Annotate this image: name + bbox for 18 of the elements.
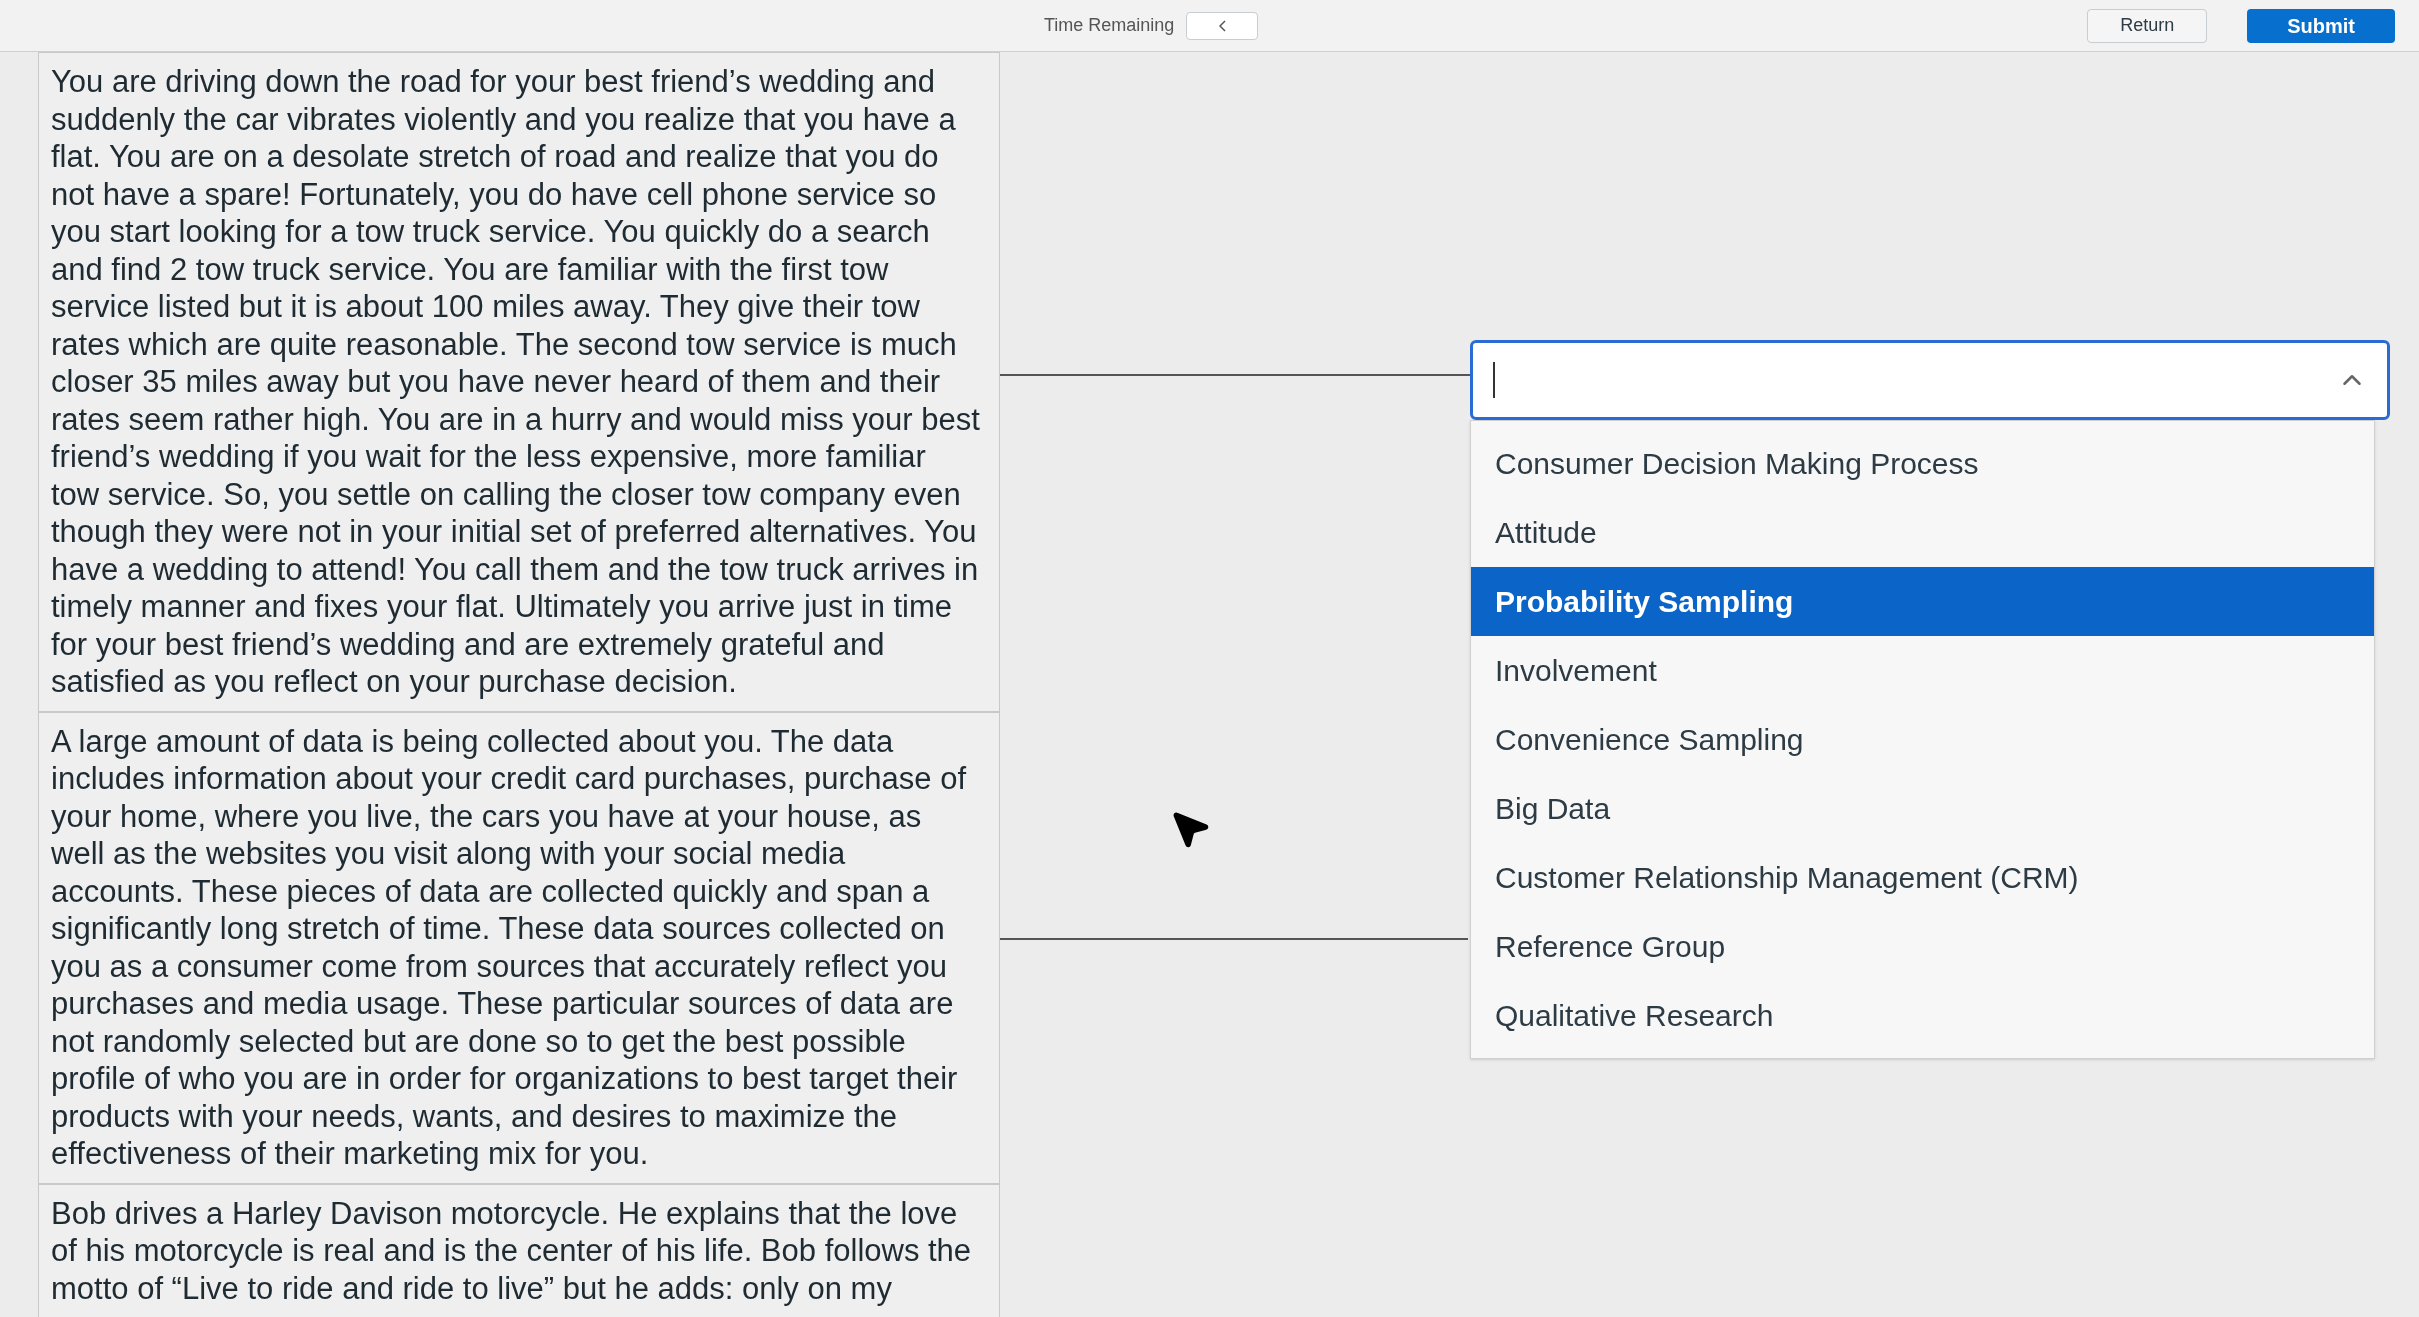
timer-label: Time Remaining — [1044, 14, 1175, 37]
chevron-left-icon — [1218, 19, 1226, 32]
dropdown-option[interactable]: Reference Group — [1471, 912, 2374, 981]
dropdown-option[interactable]: Involvement — [1471, 636, 2374, 705]
dropdown-option[interactable]: Consumer Decision Making Process — [1471, 429, 2374, 498]
dropdown-option[interactable]: Customer Relationship Management (CRM) — [1471, 843, 2374, 912]
dropdown-option[interactable]: Probability Sampling — [1471, 567, 2374, 636]
dropdown-option[interactable]: Attitude — [1471, 498, 2374, 567]
dropdown-option[interactable]: Big Data — [1471, 774, 2374, 843]
submit-button[interactable]: Submit — [2247, 8, 2395, 43]
dropdown-option[interactable]: Convenience Sampling — [1471, 705, 2374, 774]
prompt-text: You are driving down the road for your best friend’s wedding and suddenly the car vibrates violently and you realize that you have a flat. You are on a desolate stretch of road and realize that you do not have a spare! Fortunately, you do have cell phone service so you start looking for a tow truck service. You quickly do a search and find 2 tow truck service. You are familiar with the first tow service listed but it is about 100 miles away. They give their tow rates which are quite reasonable. The second tow service is much closer 35 miles away but you have never heard of them and their rates seem rather high. You are in a hurry and would miss your best friend’s wedding if you wait for the less expensive, more familiar tow service. So, you settle on calling the closer tow company even though they were not in your initial set of preferred alternatives. You have a wedding to attend! You call them and the tow truck arrives in timely manner and fixes your flat. Ultimately you arrive just in time for your best friend’s wedding and are extremely grateful and satisfied as you reflect on your purchase decision. — [51, 63, 981, 701]
prompt-text: A large amount of data is being collected about you. The data includes information about your credit card purchases, purchase of your home, where you live, the cars you have at your house, as well as the websites you visit along with your social media accounts. These pieces of data are collected quickly and span a significantly long stretch of time. These data sources collected on you as a consumer come from sources that accurately reflect you purchases and media usage. These particular sources of data are not randomly selected but are done so to get the best possible profile of who you are in order for organizations to best target their products with your needs, wants, and desires to maximize the effectiveness of their marketing mix for you. — [51, 722, 968, 1173]
prompt-text: Bob drives a Harley Davison motorcycle. He explains that the love of his motorcycle is real and is the center of his life. Bob follows the motto of “Live to ride and ride to live” but he adds: only on my — [51, 1194, 973, 1307]
return-button[interactable]: Return — [2087, 8, 2208, 43]
dropdown-option[interactable]: Qualitative Research — [1471, 981, 2374, 1050]
answer-dropdown[interactable] — [1470, 340, 2390, 420]
text-cursor — [1493, 362, 1495, 398]
